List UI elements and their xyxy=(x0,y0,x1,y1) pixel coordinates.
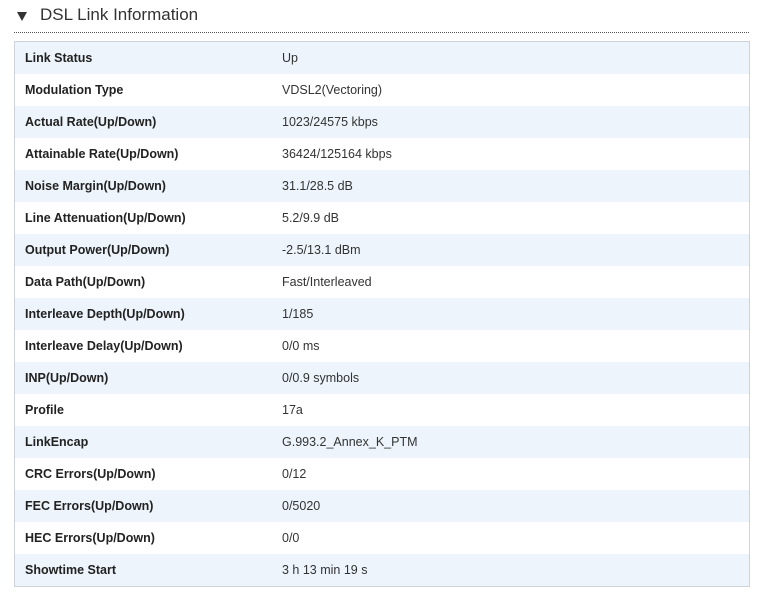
row-label-attainable-rate: Attainable Rate(Up/Down) xyxy=(14,138,282,170)
row-value-interleave-depth: 1/185 xyxy=(282,298,750,330)
row-value-data-path: Fast/Interleaved xyxy=(282,266,750,298)
section-title: DSL Link Information xyxy=(40,5,199,24)
table-row: CRC Errors(Up/Down) 0/12 xyxy=(14,458,750,490)
row-label-actual-rate: Actual Rate(Up/Down) xyxy=(14,106,282,138)
row-label-output-power: Output Power(Up/Down) xyxy=(14,234,282,266)
row-value-profile: 17a xyxy=(282,394,750,426)
dsl-info-table: Link Status Up Modulation Type VDSL2(Vec… xyxy=(14,41,750,587)
section-header: DSL Link Information xyxy=(14,0,749,33)
row-value-showtime-start: 3 h 13 min 19 s xyxy=(282,554,750,587)
row-value-output-power: -2.5/13.1 dBm xyxy=(282,234,750,266)
table-row: INP(Up/Down) 0/0.9 symbols xyxy=(14,362,750,394)
row-label-showtime-start: Showtime Start xyxy=(14,554,282,587)
row-label-inp: INP(Up/Down) xyxy=(14,362,282,394)
table-row: Noise Margin(Up/Down) 31.1/28.5 dB xyxy=(14,170,750,202)
row-label-fec-errors: FEC Errors(Up/Down) xyxy=(14,490,282,522)
row-value-fec-errors: 0/5020 xyxy=(282,490,750,522)
table-row: LinkEncap G.993.2_Annex_K_PTM xyxy=(14,426,750,458)
table-row: Interleave Depth(Up/Down) 1/185 xyxy=(14,298,750,330)
row-label-hec-errors: HEC Errors(Up/Down) xyxy=(14,522,282,554)
table-row: Link Status Up xyxy=(14,41,750,74)
row-value-hec-errors: 0/0 xyxy=(282,522,750,554)
row-value-line-attenuation: 5.2/9.9 dB xyxy=(282,202,750,234)
row-label-interleave-depth: Interleave Depth(Up/Down) xyxy=(14,298,282,330)
table-row: FEC Errors(Up/Down) 0/5020 xyxy=(14,490,750,522)
table-row: HEC Errors(Up/Down) 0/0 xyxy=(14,522,750,554)
collapse-triangle-icon[interactable] xyxy=(17,12,27,21)
table-row: Actual Rate(Up/Down) 1023/24575 kbps xyxy=(14,106,750,138)
row-value-attainable-rate: 36424/125164 kbps xyxy=(282,138,750,170)
row-value-actual-rate: 1023/24575 kbps xyxy=(282,106,750,138)
row-label-modulation-type: Modulation Type xyxy=(14,74,282,106)
row-value-crc-errors: 0/12 xyxy=(282,458,750,490)
row-value-interleave-delay: 0/0 ms xyxy=(282,330,750,362)
row-value-link-status: Up xyxy=(282,41,750,74)
table-row: Modulation Type VDSL2(Vectoring) xyxy=(14,74,750,106)
row-label-link-encap: LinkEncap xyxy=(14,426,282,458)
table-row: Line Attenuation(Up/Down) 5.2/9.9 dB xyxy=(14,202,750,234)
table-row: Profile 17a xyxy=(14,394,750,426)
table-row: Data Path(Up/Down) Fast/Interleaved xyxy=(14,266,750,298)
row-label-noise-margin: Noise Margin(Up/Down) xyxy=(14,170,282,202)
row-value-modulation-type: VDSL2(Vectoring) xyxy=(282,74,750,106)
row-label-data-path: Data Path(Up/Down) xyxy=(14,266,282,298)
table-row: Output Power(Up/Down) -2.5/13.1 dBm xyxy=(14,234,750,266)
row-label-profile: Profile xyxy=(14,394,282,426)
row-label-line-attenuation: Line Attenuation(Up/Down) xyxy=(14,202,282,234)
row-value-noise-margin: 31.1/28.5 dB xyxy=(282,170,750,202)
row-value-link-encap: G.993.2_Annex_K_PTM xyxy=(282,426,750,458)
table-row: Attainable Rate(Up/Down) 36424/125164 kb… xyxy=(14,138,750,170)
row-label-interleave-delay: Interleave Delay(Up/Down) xyxy=(14,330,282,362)
row-label-crc-errors: CRC Errors(Up/Down) xyxy=(14,458,282,490)
table-row: Interleave Delay(Up/Down) 0/0 ms xyxy=(14,330,750,362)
row-label-link-status: Link Status xyxy=(14,41,282,74)
row-value-inp: 0/0.9 symbols xyxy=(282,362,750,394)
table-row: Showtime Start 3 h 13 min 19 s xyxy=(14,554,750,587)
